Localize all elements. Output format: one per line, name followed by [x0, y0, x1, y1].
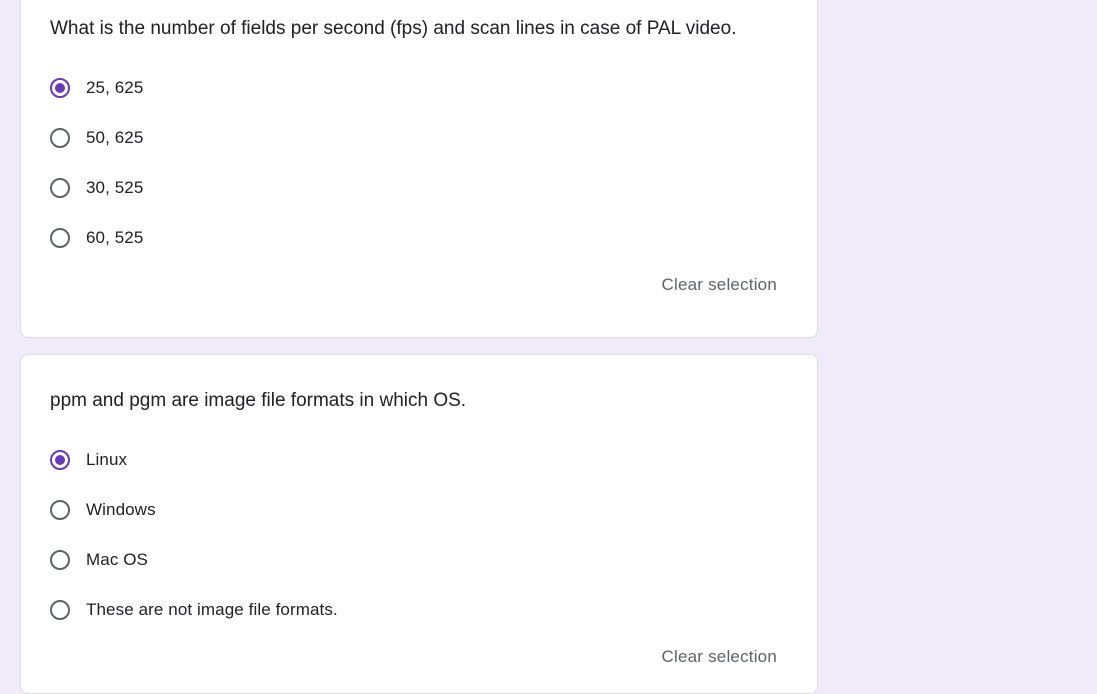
radio-option-60-525[interactable]: 60, 525	[50, 223, 750, 253]
option-label: These are not image file formats.	[86, 600, 338, 619]
option-label: Linux	[86, 450, 128, 469]
radio-option-30-525[interactable]: 30, 525	[50, 173, 750, 203]
radio-unchecked-icon[interactable]	[50, 500, 70, 520]
radio-unchecked-icon[interactable]	[50, 600, 70, 620]
radio-option-linux[interactable]: Linux	[50, 445, 750, 475]
radio-option-25-625[interactable]: 25, 625	[50, 73, 750, 103]
radio-option-50-625[interactable]: 50, 625	[50, 123, 750, 153]
radio-checked-icon[interactable]	[50, 450, 70, 470]
question-card-2: ppm and pgm are image file formats in wh…	[20, 354, 818, 694]
radio-unchecked-icon[interactable]	[50, 228, 70, 248]
question-title: What is the number of fields per second …	[50, 18, 737, 39]
radio-unchecked-icon[interactable]	[50, 128, 70, 148]
radio-unchecked-icon[interactable]	[50, 178, 70, 198]
option-label: 30, 525	[86, 178, 144, 197]
option-label: Mac OS	[86, 550, 149, 569]
option-label: 25, 625	[86, 78, 144, 97]
radio-checked-icon[interactable]	[50, 78, 70, 98]
radio-unchecked-icon[interactable]	[50, 550, 70, 570]
radio-option-mac-os[interactable]: Mac OS	[50, 545, 750, 575]
clear-selection-button[interactable]: Clear selection	[662, 275, 777, 295]
option-label: 50, 625	[86, 128, 144, 147]
question-title: ppm and pgm are image file formats in wh…	[50, 390, 467, 411]
option-label: Windows	[86, 500, 156, 519]
radio-option-windows[interactable]: Windows	[50, 495, 750, 525]
clear-selection-button[interactable]: Clear selection	[662, 647, 777, 667]
radio-option-not-image-formats[interactable]: These are not image file formats.	[50, 595, 750, 625]
question-card-1: What is the number of fields per second …	[20, 0, 818, 338]
option-label: 60, 525	[86, 228, 144, 247]
